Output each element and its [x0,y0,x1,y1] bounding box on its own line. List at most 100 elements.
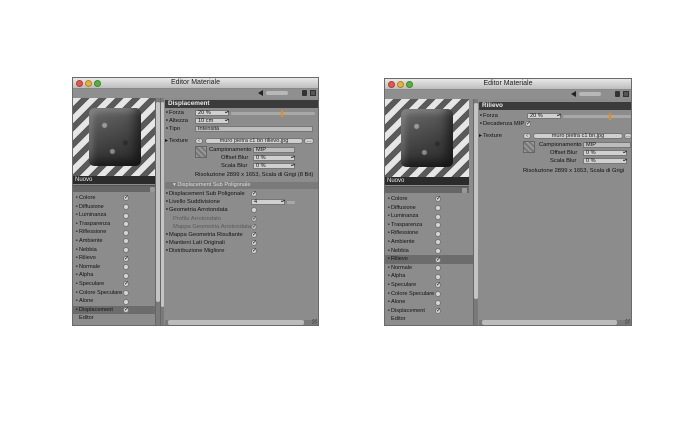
bottom-scrollbar[interactable] [479,320,631,325]
bottom-scrollbar-thumb[interactable] [168,320,304,325]
channel-checkbox[interactable] [123,255,129,263]
new-window-icon[interactable] [310,90,316,96]
channel-checkbox[interactable] [435,247,441,254]
channel-item-colore[interactable]: ∘Colore [73,194,157,203]
texture-browse-button[interactable]: … [304,137,314,145]
filter-icon[interactable] [462,188,467,193]
channel-checkbox[interactable] [435,281,441,290]
title-bar[interactable]: Editor Materiale [385,79,631,90]
scala-blur-field[interactable]: 0 % [583,157,627,165]
channel-item-alone[interactable]: ∘Alone [385,298,477,307]
channel-item-alpha[interactable]: ∘Alpha [73,271,157,280]
title-bar[interactable]: Editor Materiale [73,78,318,89]
channel-item-displacement[interactable]: ∘Displacement [73,305,157,315]
channel-item-editor[interactable]: Editor [385,315,477,324]
forza-stepper[interactable]: ▴▾ [557,112,561,119]
texture-file-button[interactable]: muro pietra c1 bn.jpg [533,132,623,140]
divider-scrollbar[interactable] [160,98,164,325]
channel-item-diffusione[interactable]: ∘Diffusione [73,203,157,212]
scala-blur-stepper[interactable]: ▴▾ [291,162,295,169]
history-slider[interactable] [266,91,288,95]
channel-checkbox[interactable] [123,306,129,315]
subdivision-level-field[interactable]: 4 [251,198,285,206]
channel-item-displacement[interactable]: ∘Displacement [385,307,477,316]
history-slider[interactable] [579,92,601,96]
channel-item-alpha[interactable]: ∘Alpha [385,272,477,281]
forza-slider[interactable] [231,111,315,115]
resize-grip-icon[interactable] [625,319,630,324]
channel-item-editor[interactable]: Editor [73,314,157,323]
channel-checkbox[interactable] [435,230,441,237]
channel-checkbox[interactable] [123,194,129,203]
lock-icon[interactable] [302,90,307,96]
channel-item-colore[interactable]: ∘Colore [385,195,477,204]
option-checkbox[interactable] [251,231,257,239]
option-checkbox[interactable] [251,215,257,223]
texture-browse-button[interactable]: … [624,132,631,140]
bottom-scrollbar-thumb[interactable] [482,320,617,325]
channel-item-colore-speculare[interactable]: ∘Colore Speculare [73,289,157,298]
forza-field[interactable]: 20 % [195,109,229,117]
decadenza-mip-checkbox[interactable] [525,120,531,128]
channel-checkbox[interactable] [123,289,129,296]
channel-filter-bar[interactable] [73,185,157,192]
back-arrow-icon[interactable] [258,90,263,96]
channel-item-normale[interactable]: ∘Normale [73,263,157,272]
tipo-dropdown[interactable]: Intensità [195,125,313,133]
option-checkbox[interactable] [251,247,257,255]
forza-slider-knob[interactable] [609,112,611,120]
scala-blur-field[interactable]: 0 % [253,162,295,170]
material-preview[interactable] [73,98,157,176]
channel-item-luminanza[interactable]: ∘Luminanza [73,211,157,220]
channel-checkbox[interactable] [123,298,129,305]
left-scrollbar[interactable] [473,99,478,325]
forza-stepper[interactable]: ▴▾ [225,109,229,116]
channel-checkbox[interactable] [123,203,129,210]
channel-checkbox[interactable] [123,221,129,228]
left-scrollbar-thumb[interactable] [474,103,478,299]
material-name[interactable]: Nuovo [73,176,157,184]
channel-checkbox[interactable] [435,290,441,297]
new-window-icon[interactable] [623,91,629,97]
resize-grip-icon[interactable] [312,319,317,324]
offset-blur-field[interactable]: 0 % [583,149,627,157]
forza-slider[interactable] [563,114,631,118]
offset-blur-field[interactable]: 0 % [253,154,295,162]
channel-checkbox[interactable] [435,265,441,272]
campionamento-dropdown[interactable]: MIP [253,146,295,154]
channel-checkbox[interactable] [435,213,441,220]
channel-item-nebbia[interactable]: ∘Nebbia [73,246,157,255]
channel-item-alone[interactable]: ∘Alone [73,297,157,306]
offset-blur-stepper[interactable]: ▴▾ [623,149,627,156]
back-arrow-icon[interactable] [571,91,576,97]
forza-slider-knob[interactable] [281,109,283,117]
divider-scrollbar-thumb[interactable] [161,102,164,307]
channel-item-diffusione[interactable]: ∘Diffusione [385,204,477,213]
channel-item-rilievo[interactable]: ∘Rilievo [73,254,157,264]
channel-checkbox[interactable] [435,239,441,246]
campionamento-dropdown[interactable]: MIP [583,141,631,149]
material-preview[interactable] [385,99,469,177]
channel-item-riflessione[interactable]: ∘Riflessione [385,229,477,238]
lock-icon[interactable] [615,91,620,97]
altezza-field[interactable]: 10 cm [195,117,229,125]
channel-item-colore-speculare[interactable]: ∘Colore Speculare [385,290,477,299]
subdivision-level-slider[interactable] [287,200,295,204]
channel-item-riflessione[interactable]: ∘Riflessione [73,228,157,237]
channel-checkbox[interactable] [435,256,441,264]
channel-item-nebbia[interactable]: ∘Nebbia [385,247,477,256]
channel-checkbox[interactable] [435,204,441,211]
channel-checkbox[interactable] [123,238,129,245]
channel-checkbox[interactable] [435,195,441,204]
channel-checkbox[interactable] [123,272,129,279]
channel-filter-bar[interactable] [385,186,469,193]
channel-item-speculare[interactable]: ∘Speculare [385,281,477,290]
material-name[interactable]: Nuovo [385,177,469,185]
channel-item-ambiente[interactable]: ∘Ambiente [385,238,477,247]
subdivision-level-stepper[interactable]: ▴▾ [281,198,285,205]
offset-blur-stepper[interactable]: ▴▾ [291,154,295,161]
channel-checkbox[interactable] [123,264,129,271]
channel-checkbox[interactable] [435,222,441,229]
channel-checkbox[interactable] [123,280,129,289]
altezza-stepper[interactable]: ▴▾ [225,117,229,124]
